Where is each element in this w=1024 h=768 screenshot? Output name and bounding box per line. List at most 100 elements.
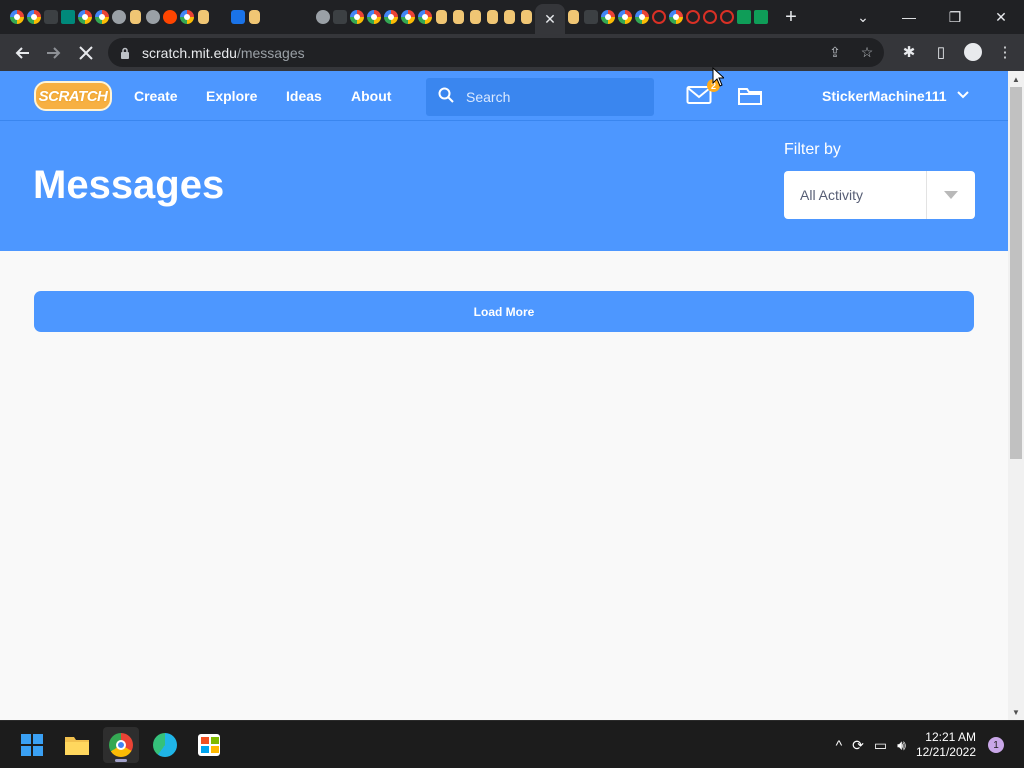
browser-tab[interactable] — [110, 0, 127, 34]
volume-icon[interactable]: 🔊︎ — [897, 737, 906, 754]
browser-tab[interactable] — [144, 0, 161, 34]
minimize-button[interactable]: — — [886, 0, 932, 34]
browser-tab[interactable] — [599, 0, 616, 34]
scroll-up-arrow-icon[interactable]: ▲ — [1008, 71, 1024, 87]
browser-tab[interactable] — [314, 0, 331, 34]
menu-icon[interactable]: ⋮ — [992, 36, 1018, 68]
google-icon — [366, 10, 381, 24]
browser-tab[interactable] — [667, 0, 684, 34]
bookmark-star-icon[interactable]: ☆ — [856, 42, 878, 64]
new-tab-button[interactable]: + — [777, 3, 805, 31]
browser-tab[interactable] — [212, 0, 229, 34]
filter-select[interactable]: All Activity — [784, 171, 975, 219]
account-menu[interactable]: StickerMachine111 — [822, 71, 969, 121]
browser-tab[interactable] — [718, 0, 735, 34]
back-arrow-icon — [15, 46, 29, 59]
browser-tab[interactable] — [399, 0, 416, 34]
browser-tab[interactable] — [263, 0, 280, 34]
file-explorer-button[interactable] — [59, 727, 95, 763]
extensions-icon[interactable]: ✱ — [896, 36, 922, 68]
browser-tab[interactable] — [127, 0, 144, 34]
browser-tab[interactable] — [484, 0, 501, 34]
browser-tab[interactable] — [229, 0, 246, 34]
active-browser-tab[interactable]: ✕ — [535, 4, 565, 34]
google-icon — [634, 10, 649, 24]
system-tray: ^ ⟳ ▭ 🔊︎ 12:21 AM 12/21/2022 1 — [836, 721, 1024, 768]
sync-icon[interactable]: ⟳ — [852, 737, 864, 754]
browser-tab[interactable] — [42, 0, 59, 34]
stop-loading-button[interactable] — [70, 37, 102, 69]
browser-tab[interactable] — [501, 0, 518, 34]
page-scrollbar[interactable]: ▲ ▼ — [1008, 71, 1024, 720]
nav-link-explore[interactable]: Explore — [206, 71, 257, 121]
browser-tab[interactable] — [178, 0, 195, 34]
forward-button[interactable] — [38, 37, 70, 69]
browser-tab[interactable] — [280, 0, 297, 34]
browser-tab[interactable] — [161, 0, 178, 34]
monitor-icon — [282, 10, 296, 24]
nav-link-create[interactable]: Create — [134, 71, 178, 121]
close-window-button[interactable]: ✕ — [978, 0, 1024, 34]
scratch-icon — [470, 10, 481, 24]
restore-button[interactable]: ❐ — [932, 0, 978, 34]
start-button[interactable] — [14, 727, 50, 763]
browser-tab[interactable] — [8, 0, 25, 34]
filter-selected-value: All Activity — [800, 187, 864, 203]
scratch-logo[interactable]: SCRATCH — [34, 81, 112, 111]
side-panel-icon[interactable]: ▯ — [928, 36, 954, 68]
browser-tab[interactable] — [565, 0, 582, 34]
browser-tab[interactable] — [684, 0, 701, 34]
scroll-down-arrow-icon[interactable]: ▼ — [1008, 704, 1024, 720]
browser-tab[interactable] — [76, 0, 93, 34]
browser-tab[interactable] — [433, 0, 450, 34]
browser-tab[interactable] — [382, 0, 399, 34]
scratch-icon — [249, 10, 260, 24]
lock-icon[interactable] — [120, 47, 132, 59]
browser-tab[interactable] — [348, 0, 365, 34]
nav-link-ideas[interactable]: Ideas — [286, 71, 322, 121]
chrome-taskbar-button[interactable] — [103, 727, 139, 763]
sheets-icon — [736, 10, 751, 24]
browser-tab[interactable] — [25, 0, 42, 34]
scrollbar-thumb[interactable] — [1010, 87, 1022, 459]
load-more-button[interactable]: Load More — [34, 291, 974, 332]
browser-tab[interactable] — [297, 0, 314, 34]
store-taskbar-button[interactable] — [191, 727, 227, 763]
google-icon — [383, 10, 398, 24]
browser-tab[interactable] — [752, 0, 769, 34]
browser-tab[interactable] — [59, 0, 76, 34]
browser-tab[interactable] — [195, 0, 212, 34]
share-icon[interactable]: ⇪ — [824, 42, 846, 64]
my-stuff-button[interactable] — [737, 85, 763, 107]
browser-tab[interactable] — [450, 0, 467, 34]
close-tab-icon[interactable]: ✕ — [544, 11, 556, 28]
browser-tab[interactable] — [735, 0, 752, 34]
back-button[interactable] — [6, 37, 38, 69]
close-icon — [79, 45, 93, 60]
browser-tab[interactable] — [650, 0, 667, 34]
chevron-up-icon[interactable]: ^ — [836, 737, 843, 753]
browser-tab[interactable] — [518, 0, 535, 34]
browser-tab[interactable] — [365, 0, 382, 34]
browser-tab[interactable] — [701, 0, 718, 34]
address-bar[interactable]: scratch.mit.edu/messages ⇪ ☆ — [108, 38, 884, 67]
browser-tab[interactable] — [582, 0, 599, 34]
browser-tab[interactable] — [416, 0, 433, 34]
folder-icon — [65, 737, 89, 755]
tab-search-icon[interactable]: ⌄ — [840, 0, 886, 34]
clock[interactable]: 12:21 AM 12/21/2022 — [916, 730, 976, 760]
browser-tab[interactable] — [93, 0, 110, 34]
url-path: /messages — [236, 44, 305, 61]
dropdown-arrow-icon[interactable] — [926, 171, 974, 219]
network-icon[interactable]: ▭ — [874, 737, 887, 754]
browser-tab[interactable] — [467, 0, 484, 34]
nav-link-about[interactable]: About — [351, 71, 391, 121]
edge-taskbar-button[interactable] — [147, 727, 183, 763]
browser-tab[interactable] — [616, 0, 633, 34]
search-input[interactable] — [466, 89, 646, 105]
profile-button[interactable] — [960, 36, 986, 68]
browser-tab[interactable] — [246, 0, 263, 34]
notification-badge[interactable]: 1 — [988, 737, 1004, 753]
browser-tab[interactable] — [633, 0, 650, 34]
browser-tab[interactable] — [331, 0, 348, 34]
